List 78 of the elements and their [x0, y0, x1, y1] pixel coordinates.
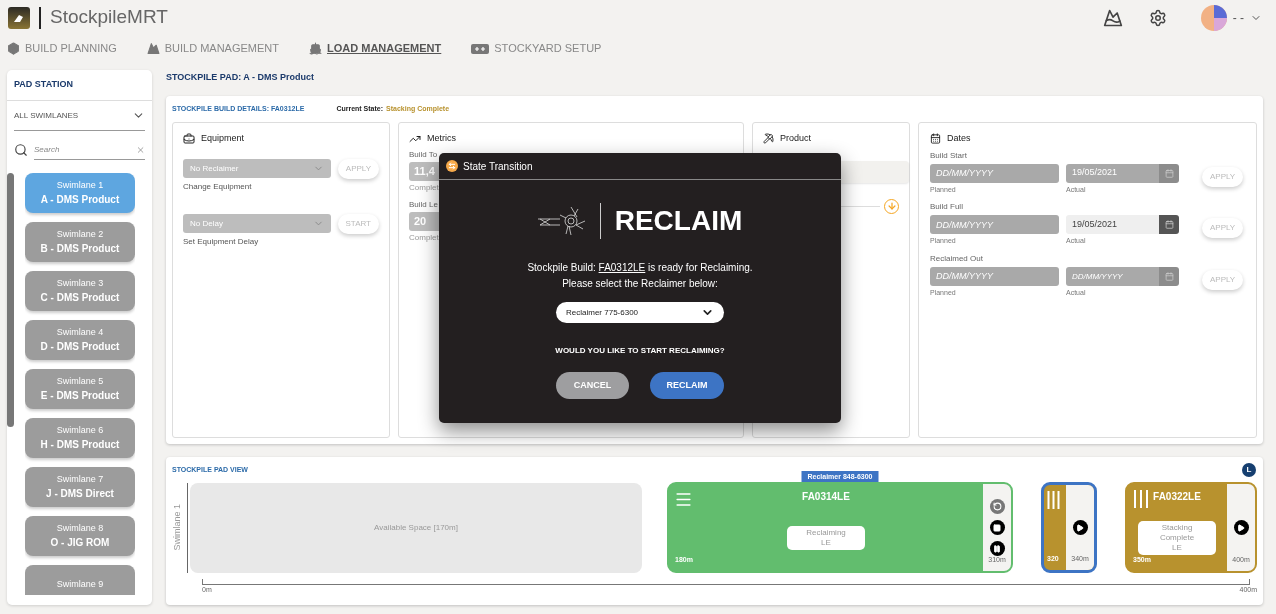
cube-icon [7, 42, 20, 55]
swimlane-select[interactable]: ALL SWIMLANES [14, 101, 145, 131]
lane-badge: L [1242, 463, 1256, 477]
dialog-heading: RECLAIM [614, 204, 743, 238]
bars-icon[interactable] [1047, 490, 1060, 510]
logo-icon [8, 6, 30, 29]
nav-tab[interactable]: BUILD MANAGEMENT [164, 40, 279, 57]
menu-icon[interactable] [674, 490, 693, 509]
cancel-button[interactable]: CANCEL [556, 372, 629, 399]
search-field[interactable]: Search [34, 143, 136, 156]
reset-icon[interactable] [989, 499, 1005, 514]
avatar[interactable] [1200, 4, 1227, 31]
swimlane-button[interactable]: Swimlane 3 C - DMS Product [25, 271, 135, 311]
field-label: Build Le [409, 198, 439, 211]
pad-title: STOCKPILE PAD: A - DMS Product [166, 71, 315, 84]
calendar-button[interactable] [1159, 215, 1179, 234]
swimlane-button[interactable]: Swimlane 1 A - DMS Product [25, 173, 135, 213]
search-icon [14, 143, 28, 157]
reclaim-button[interactable]: RECLAIM [650, 372, 724, 399]
mountain-icon[interactable] [1102, 7, 1123, 28]
calendar-icon [930, 133, 941, 145]
calendar-button[interactable] [1159, 163, 1179, 183]
apply-button[interactable]: APPLY [1202, 218, 1244, 239]
actual-date-field[interactable]: 19/05/2021 [1066, 215, 1159, 234]
play-icon[interactable] [1233, 520, 1249, 535]
card-title: Product [780, 132, 812, 145]
build-id: FA0314LE [802, 490, 850, 504]
available-space: Available Space [170m] [190, 482, 642, 573]
ship-icon [309, 42, 322, 55]
field-caption: Change Equipment [183, 180, 253, 193]
lane-label: Swimlane 1 [172, 504, 182, 551]
swimlane-button[interactable]: Swimlane 4 D - DMS Product [25, 320, 135, 360]
swimlane-button[interactable]: Swimlane 2 B - DMS Product [25, 222, 135, 262]
scrollbar[interactable] [7, 173, 14, 427]
bars-icon[interactable] [1133, 489, 1149, 509]
app-title: StockpileMRT [50, 5, 168, 30]
swimlane-button[interactable]: Swimlane 5 E - DMS Product [25, 369, 135, 409]
toolbox-icon [183, 132, 195, 145]
nav-tab[interactable]: BUILD PLANNING [25, 40, 117, 57]
mountain-icon [146, 42, 160, 55]
swimlane-button[interactable]: Swimlane 6 H - DMS Product [25, 418, 135, 458]
field-caption: Set Equipment Delay [183, 235, 260, 248]
card-title: Equipment [201, 132, 245, 145]
calendar-icon [1164, 220, 1174, 229]
field-label: Build To [409, 148, 439, 161]
dialog-title: State Transition [463, 159, 533, 174]
field-label: Build Full [930, 201, 964, 213]
calendar-icon [1164, 271, 1174, 281]
stop-icon[interactable] [989, 520, 1005, 535]
card-title: Dates [947, 132, 971, 145]
calendar-icon [1164, 168, 1174, 178]
status-label: Reclaiming LE [787, 525, 865, 550]
panel-title: PAD STATION [14, 78, 73, 92]
user-name: - - [1232, 9, 1244, 27]
pickaxe-icon [763, 133, 774, 145]
card-title: Metrics [427, 132, 456, 145]
reclaimer-select[interactable]: Reclaimer 775-6300 [556, 302, 724, 323]
planned-date-field[interactable]: DD/MM/YYYY [930, 215, 1059, 234]
transition-icon [446, 160, 458, 172]
nav-tab[interactable]: LOAD MANAGEMENT [327, 40, 442, 57]
nav-tab[interactable]: STOCKYARD SETUP [494, 40, 602, 57]
apply-button[interactable]: APPLY [337, 158, 379, 179]
swimlane-button[interactable]: Swimlane 7 J - DMS Direct [25, 467, 135, 507]
build-link[interactable]: FA0312LE [598, 262, 646, 273]
play-icon[interactable] [1072, 520, 1088, 535]
field-label: Build Start [930, 149, 968, 162]
calendar-button[interactable] [1159, 266, 1179, 286]
pause-icon[interactable] [989, 541, 1005, 556]
build-id: FA0322LE [1153, 490, 1201, 504]
swimlane-button[interactable]: Swimlane 9 [25, 565, 135, 595]
status-label: Stacking Complete LE [1138, 520, 1216, 555]
apply-button[interactable]: START [337, 213, 379, 234]
keypad-icon [471, 43, 490, 54]
field-label: Reclaimed Out [930, 252, 984, 265]
confirm-question: WOULD YOU LIKE TO START RECLAIMING? [555, 345, 725, 357]
swimlane-button[interactable]: Swimlane 8 O - JIG ROM [25, 516, 135, 556]
settings-icon[interactable] [1148, 8, 1167, 27]
ready-message: Stockpile Build: FA0312LE is ready for Reclaiming. Please select the Reclaimer below: [527, 261, 753, 291]
